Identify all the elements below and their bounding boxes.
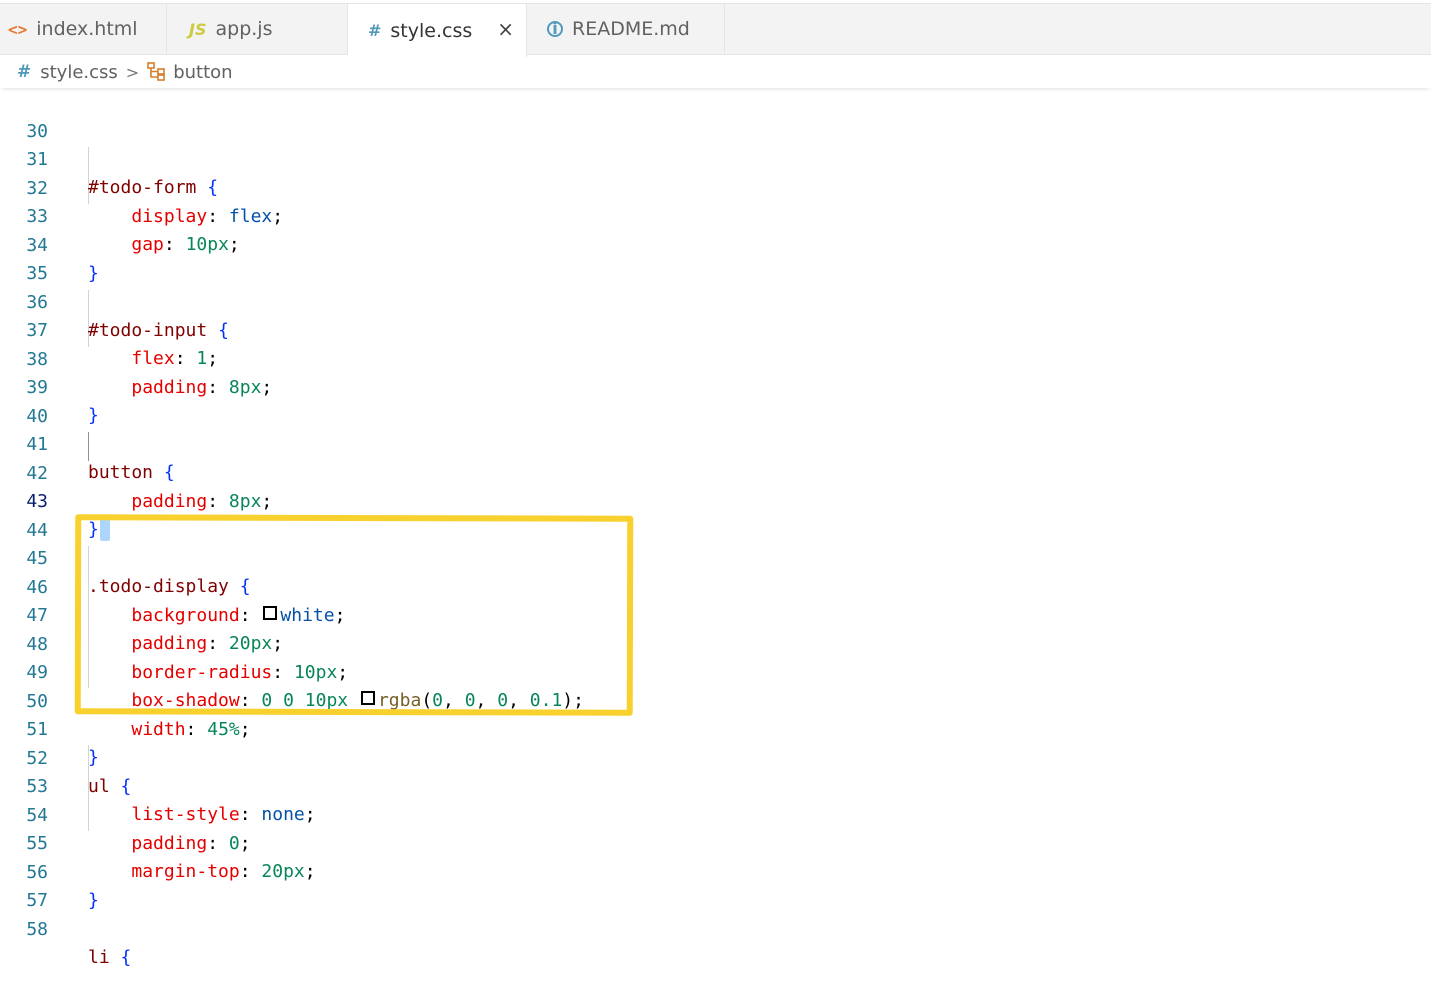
code-line: 50 width: 45%; <box>0 660 1431 740</box>
code-line: 52 ul { <box>0 717 1431 797</box>
code-line: 35 <box>0 232 1431 284</box>
code-line: 53 list-style: none; <box>0 745 1431 825</box>
tab-label: index.html <box>36 18 138 40</box>
close-icon[interactable]: × <box>497 17 514 41</box>
info-icon: i <box>547 21 563 37</box>
code-line: 36 #todo-input { <box>0 261 1431 341</box>
css-file-icon: # <box>368 21 382 40</box>
code-line: 31 #todo-form { <box>0 118 1431 198</box>
code-line: 45 .todo-display { <box>0 517 1431 597</box>
code-editor[interactable]: 30 31 #todo-form { 32 display: flex; 33 … <box>0 90 1431 968</box>
code-line: 38 padding: 8px; <box>0 318 1431 398</box>
code-line: 57 <box>0 859 1431 911</box>
code-line: 51 } <box>0 688 1431 768</box>
code-line: 41 button { <box>0 403 1431 483</box>
css-file-icon: # <box>17 62 32 82</box>
css-selector: li <box>88 947 110 968</box>
tab-readme-md[interactable]: i README.md <box>527 4 725 54</box>
code-line: 44 <box>0 489 1431 541</box>
tab-index-html[interactable]: <> index.html <box>0 4 167 54</box>
code-line: 33 gap: 10px; <box>0 175 1431 255</box>
code-line: 58 li { <box>0 888 1431 968</box>
code-line: 39 } <box>0 346 1431 426</box>
breadcrumb: # style.css > button <box>0 56 1431 88</box>
css-selector-symbol-icon <box>147 61 167 83</box>
code-line: 49 box-shadow: 0 0 10px rgba(0, 0, 0, 0.… <box>0 631 1431 711</box>
code-line: 46 background: white; <box>0 546 1431 626</box>
chevron-right-icon: > <box>125 62 140 82</box>
breadcrumb-file[interactable]: style.css <box>40 62 118 83</box>
tab-app-js[interactable]: JS app.js <box>167 4 348 54</box>
tab-label: app.js <box>215 18 273 40</box>
editor-tab-bar: <> index.html JS app.js # style.css × i … <box>0 3 1431 57</box>
code-line-current: 43 } <box>0 460 1431 541</box>
code-line: 47 padding: 20px; <box>0 574 1431 654</box>
tab-label: README.md <box>572 18 690 40</box>
breadcrumb-symbol[interactable]: button <box>173 62 232 83</box>
line-number: 58 <box>26 919 48 940</box>
code-line: 30 <box>0 90 1431 142</box>
code-line: 42 padding: 8px; <box>0 432 1431 512</box>
code-line: 37 flex: 1; <box>0 289 1431 369</box>
js-file-icon: JS <box>189 19 207 39</box>
code-line: 34 } <box>0 204 1431 284</box>
html-file-icon: <> <box>8 19 28 39</box>
code-line: 48 border-radius: 10px; <box>0 603 1431 683</box>
code-line: 40 <box>0 375 1431 427</box>
code-line: 32 display: flex; <box>0 147 1431 227</box>
tab-style-css[interactable]: # style.css × <box>348 4 527 57</box>
tab-label: style.css <box>390 19 473 42</box>
code-line: 54 padding: 0; <box>0 774 1431 854</box>
code-line: 56 } <box>0 831 1431 911</box>
code-line: 55 margin-top: 20px; <box>0 802 1431 882</box>
